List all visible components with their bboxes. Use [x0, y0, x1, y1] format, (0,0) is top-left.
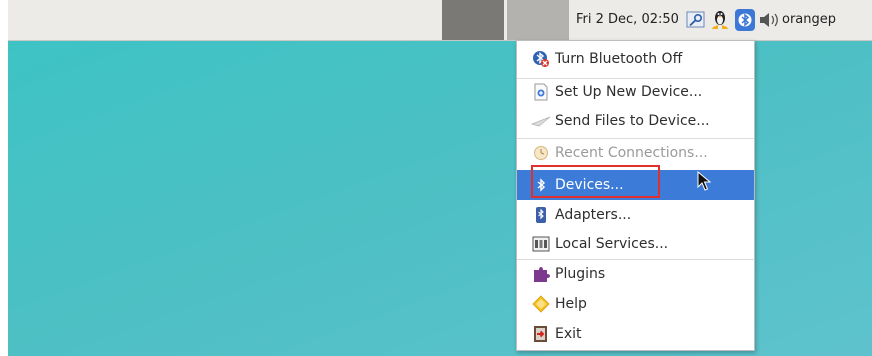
menu-item-label: Help	[555, 296, 587, 312]
puzzle-icon	[531, 264, 551, 284]
clock-icon	[531, 143, 551, 163]
exit-icon	[531, 324, 551, 344]
menu-item-help[interactable]: Help	[517, 290, 754, 318]
menu-item-set-up-new-device[interactable]: Set Up New Device...	[517, 78, 754, 106]
menu-item-label: Set Up New Device...	[555, 84, 703, 100]
mouse-pointer-icon	[697, 170, 712, 195]
menu-item-adapters[interactable]: Adapters...	[517, 201, 754, 229]
workspace-2[interactable]	[507, 0, 569, 40]
menu-item-label: Local Services...	[555, 236, 669, 252]
menu-item-label: Recent Connections...	[555, 145, 708, 161]
bluetooth-tray-button[interactable]	[735, 8, 755, 32]
menu-item-turn-bluetooth-off[interactable]: Turn Bluetooth Off	[517, 45, 754, 73]
workspace-1[interactable]	[442, 0, 504, 40]
volume-icon[interactable]	[758, 8, 782, 32]
bluetooth-icon	[735, 9, 755, 31]
menu-item-send-files[interactable]: Send Files to Device...	[517, 107, 754, 135]
clock[interactable]: Fri 2 Dec, 02:50	[576, 12, 679, 27]
key-icon[interactable]	[685, 8, 707, 32]
help-icon	[531, 294, 551, 314]
new-device-icon	[531, 82, 551, 102]
menu-item-label: Send Files to Device...	[555, 113, 710, 129]
menu-item-label: Adapters...	[555, 207, 632, 223]
menu-item-exit[interactable]: Exit	[517, 320, 754, 348]
annotation-highlight-box	[531, 165, 660, 198]
adapter-icon	[531, 205, 551, 225]
bluetooth-off-icon	[531, 49, 551, 69]
menu-item-label: Exit	[555, 326, 582, 342]
menu-item-label: Plugins	[555, 266, 606, 282]
services-icon	[531, 234, 551, 254]
top-panel: Fri 2 Dec, 02:50 orangep	[8, 0, 872, 41]
menu-item-plugins[interactable]: Plugins	[517, 260, 754, 288]
send-files-icon	[531, 111, 551, 131]
menu-item-recent-connections: Recent Connections...	[517, 139, 754, 167]
menu-item-label: Turn Bluetooth Off	[555, 51, 683, 67]
menu-item-local-services[interactable]: Local Services...	[517, 230, 754, 258]
user-menu[interactable]: orangep	[782, 12, 836, 27]
tux-icon[interactable]	[709, 8, 731, 32]
